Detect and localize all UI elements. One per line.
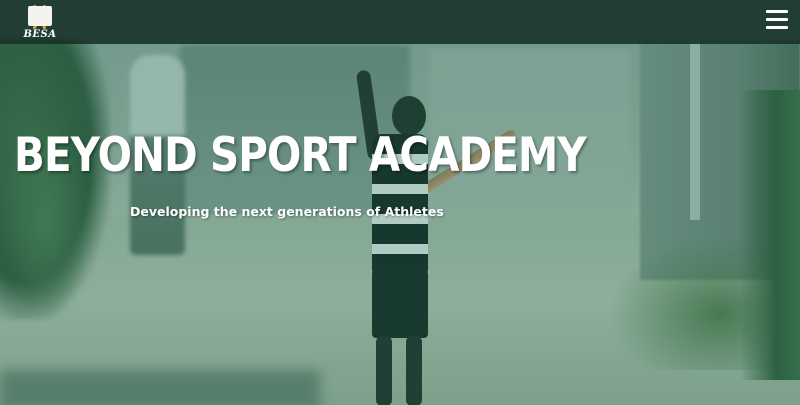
- hero-title: BEYOND SPORT ACADEMY: [14, 128, 587, 183]
- logo-book-icon: [28, 6, 52, 26]
- top-navbar: BESA: [0, 0, 800, 44]
- hero-subtitle: Developing the next generations of Athle…: [130, 204, 444, 219]
- logo-text: BESA: [23, 29, 57, 40]
- hamburger-menu-icon[interactable]: [766, 10, 788, 32]
- hero-color-overlay: [0, 0, 800, 405]
- site-logo[interactable]: BESA: [18, 2, 62, 42]
- hero-background: [0, 0, 800, 405]
